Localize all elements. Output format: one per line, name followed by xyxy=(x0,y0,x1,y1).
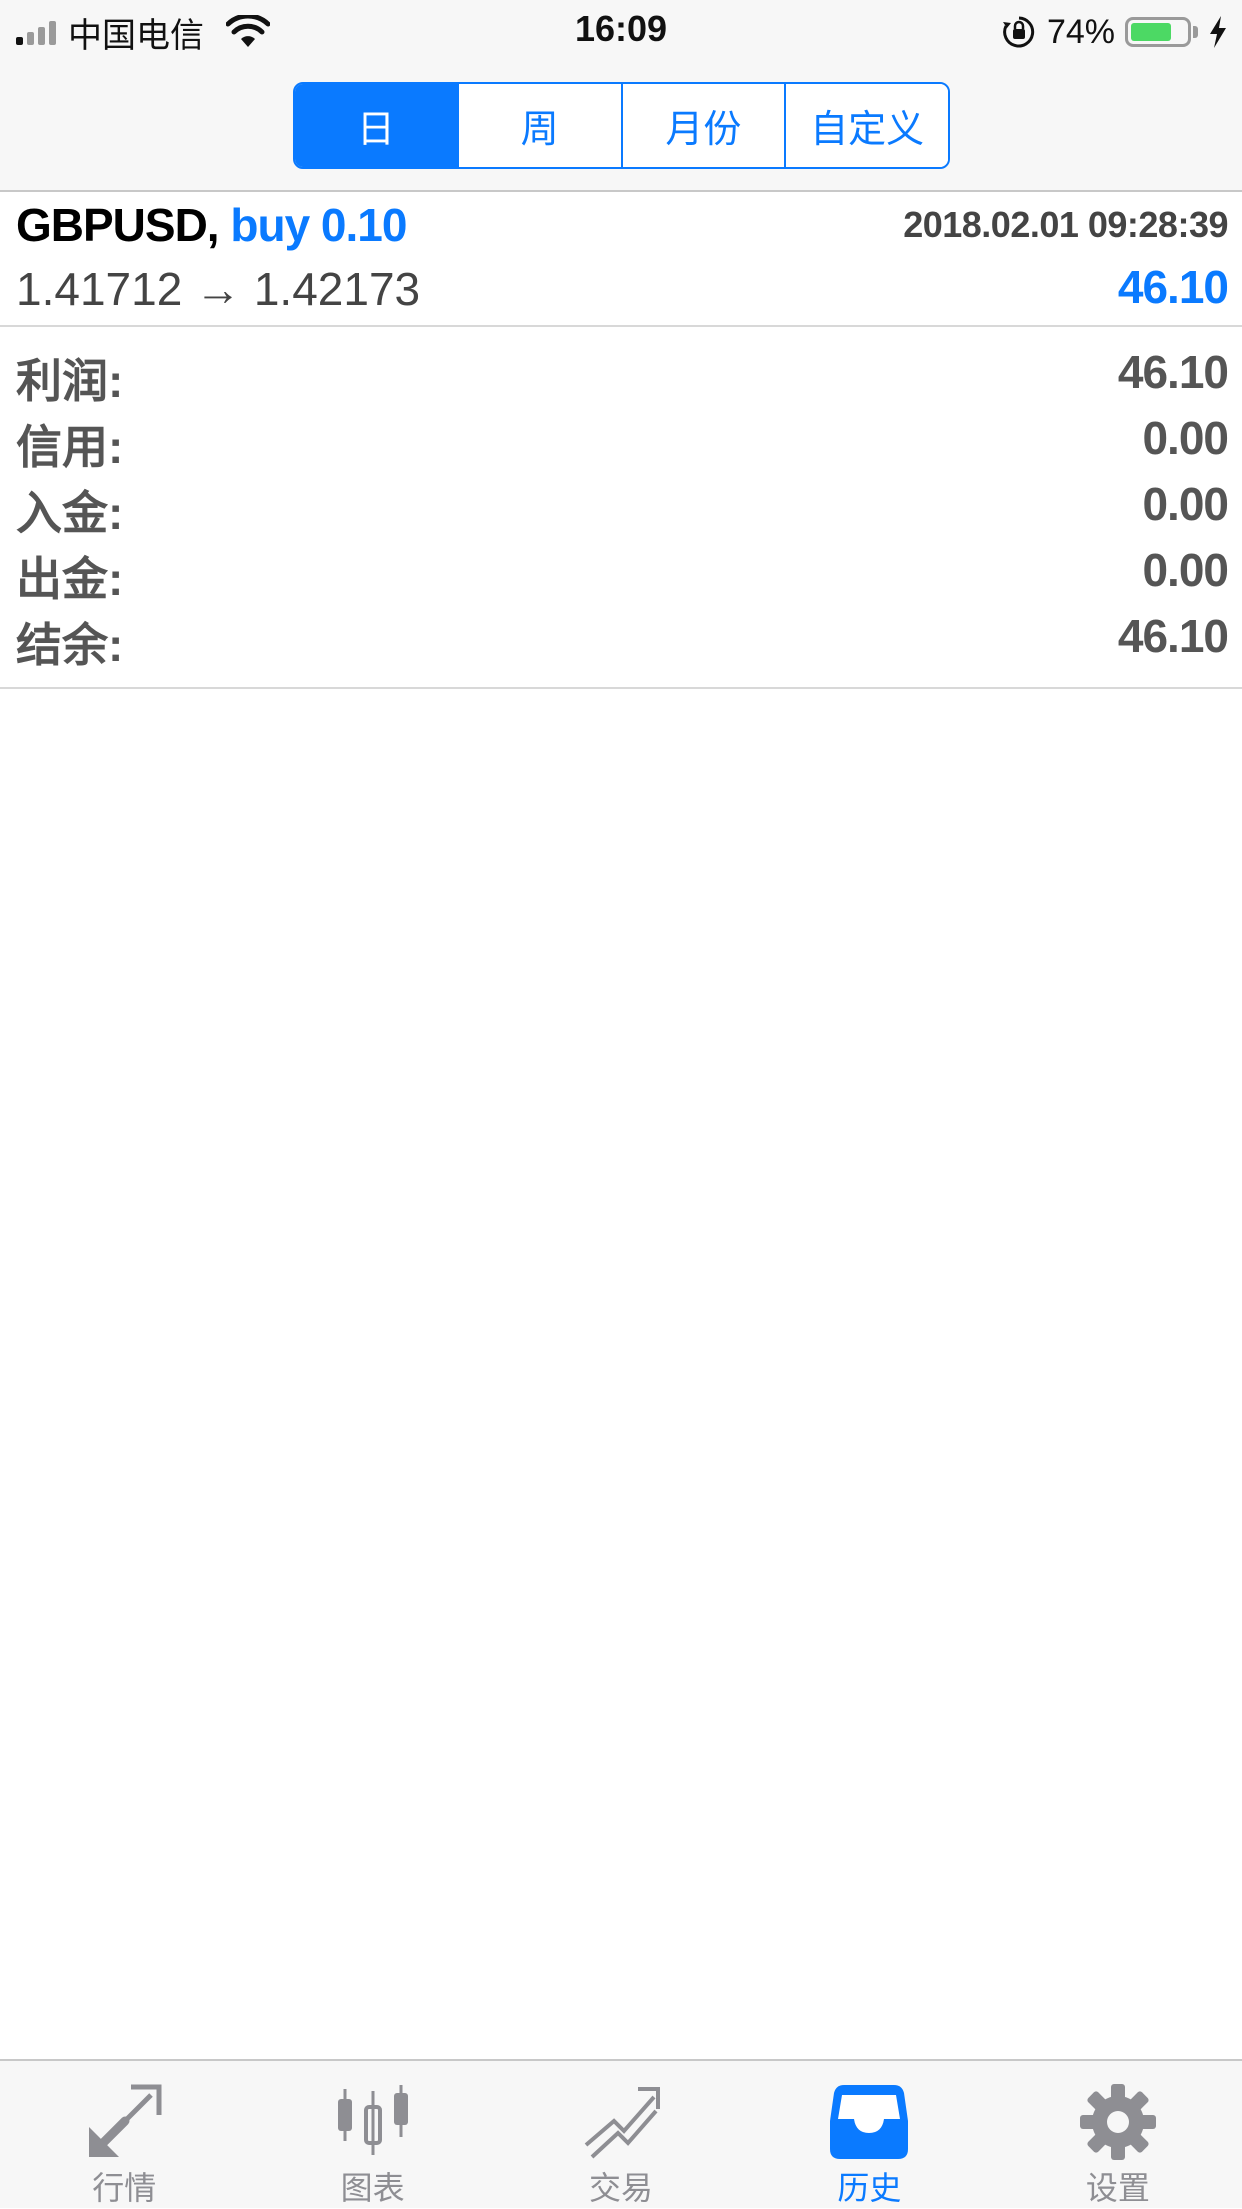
tab-quotes[interactable]: 行情 xyxy=(0,2061,248,2208)
status-right: 74% xyxy=(1001,10,1228,54)
segment-day[interactable]: 日 xyxy=(295,84,457,167)
summary-value: 46.10 xyxy=(1117,610,1229,662)
tab-chart[interactable]: 图表 xyxy=(248,2061,496,2208)
summary-row-credit: 信用: 0.00 xyxy=(0,407,1242,473)
tab-label: 设置 xyxy=(1085,2170,1150,2206)
segment-custom[interactable]: 自定义 xyxy=(784,84,948,167)
tab-bar: 行情 图表 交易 历史 设置 xyxy=(0,2059,1242,2208)
deal-profit: 46.10 xyxy=(1117,261,1229,313)
tab-settings[interactable]: 设置 xyxy=(994,2061,1242,2208)
segment-week[interactable]: 周 xyxy=(456,84,621,167)
deal-prices: 1.41712 → 1.42173 xyxy=(16,263,421,315)
summary-value: 0.00 xyxy=(1142,412,1229,464)
summary-row-balance: 结余: 46.10 xyxy=(0,605,1242,671)
period-segmented-control: 日 周 月份 自定义 xyxy=(293,82,950,169)
summary-label: 结余: xyxy=(16,619,124,671)
candlestick-chart-icon xyxy=(337,2085,408,2155)
summary-label: 利润: xyxy=(16,355,124,407)
gear-icon xyxy=(1079,2084,1156,2160)
tab-label: 图表 xyxy=(340,2170,405,2206)
summary-row-withdrawal: 出金: 0.00 xyxy=(0,539,1242,605)
deal-datetime: 2018.02.01 09:28:39 xyxy=(903,204,1228,245)
summary-section: 利润: 46.10 信用: 0.00 入金: 0.00 出金: 0.00 结余:… xyxy=(0,327,1242,689)
summary-row-deposit: 入金: 0.00 xyxy=(0,473,1242,539)
status-bar: 中国电信 16:09 74% xyxy=(0,0,1242,62)
summary-label: 信用: xyxy=(16,421,124,473)
tab-history[interactable]: 历史 xyxy=(745,2061,993,2208)
battery-icon xyxy=(1125,17,1191,47)
tab-label: 交易 xyxy=(589,2170,654,2206)
nav-bar: 日 周 月份 自定义 xyxy=(0,62,1242,192)
summary-value: 46.10 xyxy=(1117,346,1229,398)
summary-label: 入金: xyxy=(16,487,124,539)
charging-bolt-icon xyxy=(1210,16,1226,48)
trade-trend-icon xyxy=(584,2087,661,2159)
battery-percent: 74% xyxy=(1046,12,1115,51)
summary-value: 0.00 xyxy=(1142,544,1229,596)
history-inbox-icon xyxy=(830,2085,909,2159)
tab-trade[interactable]: 交易 xyxy=(497,2061,745,2208)
battery-cap xyxy=(1193,26,1198,38)
summary-label: 出金: xyxy=(16,553,124,605)
deal-direction: buy 0.10 xyxy=(230,199,407,251)
tab-label: 行情 xyxy=(92,2170,157,2206)
summary-row-profit: 利润: 46.10 xyxy=(0,341,1242,407)
deal-header: GBPUSD, buy 0.10 xyxy=(16,198,407,252)
battery-level-fill xyxy=(1131,23,1171,41)
deal-row[interactable]: GBPUSD, buy 0.10 2018.02.01 09:28:39 1.4… xyxy=(0,192,1242,327)
quotes-arrows-icon xyxy=(89,2084,162,2157)
deal-symbol: GBPUSD, xyxy=(16,199,220,251)
rotation-lock-icon xyxy=(1002,16,1035,48)
tab-label: 历史 xyxy=(837,2170,902,2206)
segment-month[interactable]: 月份 xyxy=(620,84,785,167)
summary-value: 0.00 xyxy=(1142,478,1229,530)
